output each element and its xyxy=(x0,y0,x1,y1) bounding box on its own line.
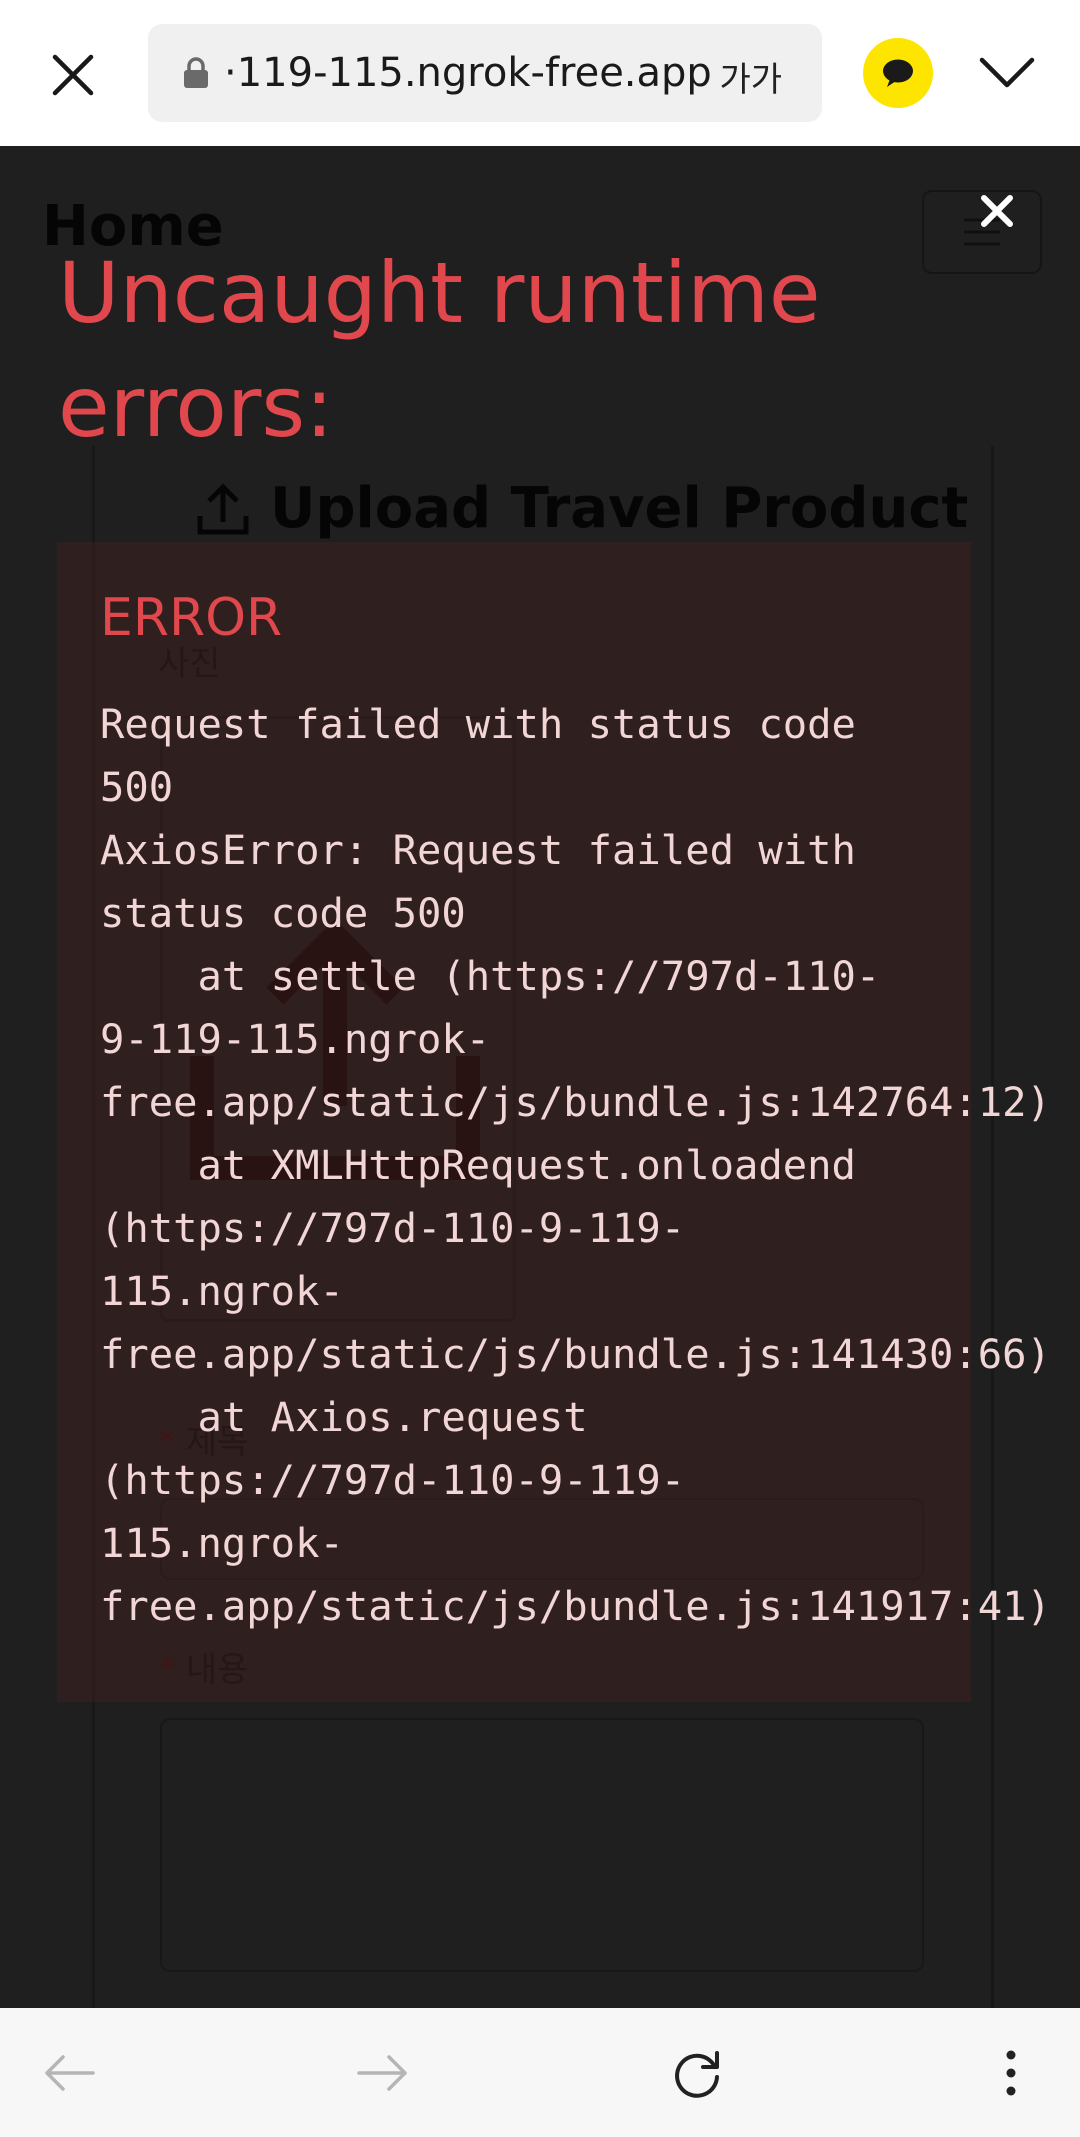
error-line: 115.ngrok- xyxy=(100,1267,344,1315)
back-button[interactable] xyxy=(34,2038,104,2108)
overlay-title: Uncaught runtime errors: xyxy=(58,244,821,456)
upload-form-title-text: Upload Travel Product xyxy=(270,476,969,541)
back-icon xyxy=(45,2055,95,2091)
upload-form-title: Upload Travel Product xyxy=(196,476,968,541)
error-line: free.app/static/js/bundle.js:141430:66) xyxy=(100,1330,1051,1378)
text-size-button[interactable]: 가가 xyxy=(719,52,782,101)
error-line: 9-119-115.ngrok- xyxy=(100,1015,491,1063)
error-stack-trace: Request failed with status code 500 AxiosE… xyxy=(100,693,1051,1638)
address-bar[interactable]: ·119-115.ngrok-free.app 가가 xyxy=(148,24,822,122)
kakao-talk-button[interactable] xyxy=(863,38,933,108)
expand-toolbar-button[interactable] xyxy=(972,46,1042,100)
url-text: ·119-115.ngrok-free.app xyxy=(224,50,712,96)
error-label: ERROR xyxy=(100,588,283,648)
error-line: at settle (https://797d-110- xyxy=(100,952,881,1000)
forward-icon xyxy=(357,2055,407,2091)
upload-icon xyxy=(197,482,249,534)
error-line: Request failed with status code xyxy=(100,700,856,748)
lock-icon xyxy=(184,57,208,88)
kakao-talk-icon xyxy=(883,59,913,87)
error-line: free.app/static/js/bundle.js:141917:41) xyxy=(100,1582,1051,1630)
error-line: (https://797d-110-9-119- xyxy=(100,1456,686,1504)
error-line: status code 500 xyxy=(100,889,466,937)
refresh-icon xyxy=(675,2051,719,2098)
error-line: 500 xyxy=(100,763,174,811)
error-line: (https://797d-110-9-119- xyxy=(100,1204,686,1252)
overlay-close-button[interactable] xyxy=(972,186,1022,236)
error-line: at XMLHttpRequest.onloadend xyxy=(100,1141,856,1189)
browser-top-bar: ·119-115.ngrok-free.app 가가 xyxy=(0,0,1080,146)
close-tab-button[interactable] xyxy=(40,42,106,108)
close-icon xyxy=(981,195,1013,227)
close-icon xyxy=(52,54,94,96)
content-textarea[interactable] xyxy=(160,1718,924,1972)
more-options-button[interactable] xyxy=(976,2038,1046,2108)
refresh-button[interactable] xyxy=(662,2038,732,2108)
error-line: at Axios.request xyxy=(100,1393,588,1441)
more-icon xyxy=(1006,2050,1016,2096)
browser-bottom-bar xyxy=(0,2008,1080,2137)
error-line: AxiosError: Request failed with xyxy=(100,826,856,874)
forward-button[interactable] xyxy=(348,2038,418,2108)
chevron-down-icon xyxy=(979,57,1035,88)
error-line: free.app/static/js/bundle.js:142764:12) xyxy=(100,1078,1051,1126)
error-line: 115.ngrok- xyxy=(100,1519,344,1567)
